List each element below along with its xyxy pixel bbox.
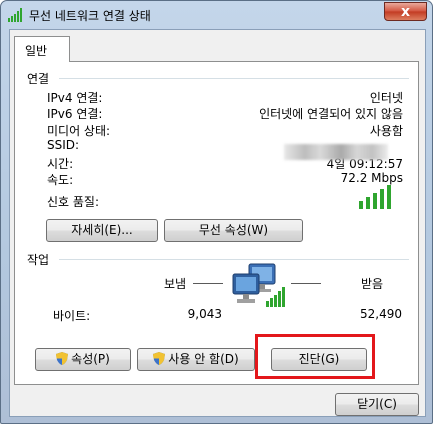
tab-general-label: 일반 <box>25 44 48 58</box>
uac-shield-icon <box>56 352 69 365</box>
ipv6-value: 인터넷에 연결되어 있지 않음 <box>259 107 403 121</box>
connection-group-divider <box>59 78 409 79</box>
received-line <box>291 283 321 284</box>
properties-button-label: 속성(P) <box>71 352 110 366</box>
ssid-label: SSID: <box>47 138 80 152</box>
disable-button-label: 사용 안 함(D) <box>168 352 239 366</box>
speed-value: 72.2 Mbps <box>340 171 403 185</box>
sent-line <box>193 283 223 284</box>
diagnose-highlight-box <box>255 334 375 379</box>
activity-group-label: 작업 <box>27 253 50 267</box>
duration-label: 시간: <box>47 157 74 171</box>
media-state-value: 사용함 <box>369 124 403 138</box>
bytes-received-value: 52,490 <box>360 307 402 321</box>
properties-button[interactable]: 속성(P) <box>35 348 131 371</box>
ipv4-label: IPv4 연결: <box>47 91 103 105</box>
signal-icon <box>8 8 22 22</box>
speed-label: 속도: <box>47 173 74 187</box>
activity-signal-icon <box>266 287 285 307</box>
signal-quality-label: 신호 품질: <box>47 195 100 209</box>
sent-label: 보냄 <box>164 277 187 291</box>
signal-quality-icon <box>359 185 391 209</box>
ssid-value-redacted <box>284 144 388 160</box>
close-button[interactable]: 닫기(C) <box>335 393 419 416</box>
ipv6-label: IPv6 연결: <box>47 107 103 121</box>
title-bar[interactable]: 무선 네트워크 연결 상태 x <box>1 1 432 29</box>
details-button[interactable]: 자세히(E)... <box>46 219 158 242</box>
ipv4-value: 인터넷 <box>369 91 403 105</box>
window-title: 무선 네트워크 연결 상태 <box>29 9 151 23</box>
bytes-label: 바이트: <box>53 309 91 323</box>
tab-general[interactable]: 일반 <box>14 36 70 62</box>
media-state-label: 미디어 상태: <box>47 124 111 138</box>
uac-shield-icon <box>153 352 166 365</box>
activity-group-divider <box>59 259 409 260</box>
bytes-sent-value: 9,043 <box>187 307 222 321</box>
disable-button[interactable]: 사용 안 함(D) <box>137 348 255 371</box>
wireless-properties-button[interactable]: 무선 속성(W) <box>164 219 303 242</box>
close-window-button[interactable]: x <box>384 2 427 21</box>
received-label: 받음 <box>361 277 384 291</box>
status-window: 무선 네트워크 연결 상태 x 일반 연결 IPv4 연결: 인터넷 IPv6 … <box>0 0 433 424</box>
connection-group-label: 연결 <box>27 72 50 86</box>
